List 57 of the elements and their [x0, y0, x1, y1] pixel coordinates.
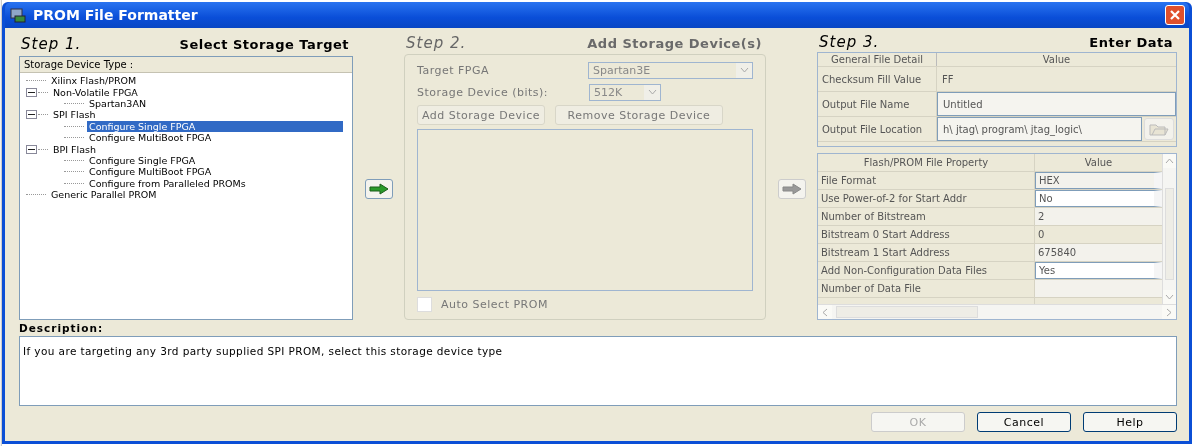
column-header: Flash/PROM File Property: [818, 154, 1035, 171]
step-title: Add Storage Device(s): [587, 35, 762, 51]
tree-item[interactable]: Spartan3AN: [87, 97, 148, 109]
column-header: Value: [1083, 156, 1114, 170]
close-icon: [1169, 9, 1181, 21]
input-field[interactable]: Untitled: [937, 92, 1176, 116]
step-number: Step 1.: [21, 35, 82, 53]
dialog-button[interactable]: Help: [1083, 412, 1177, 432]
tree-item[interactable]: Configure MultiBoot FPGA: [87, 132, 214, 144]
next-step-button[interactable]: [364, 179, 393, 199]
tree-header: Storage Device Type :: [20, 57, 352, 73]
table-cell: Bitstream 0 Start Address: [818, 226, 1035, 243]
dropdown[interactable]: HEX: [1035, 172, 1162, 189]
chevron-down-icon: [647, 89, 657, 95]
tree-item[interactable]: Xilinx Flash/PROM: [49, 75, 139, 87]
folder-icon: [1149, 122, 1169, 136]
tree-item[interactable]: Configure from Paralleled PROMs: [87, 177, 248, 189]
tree-item[interactable]: Configure Single FPGA: [87, 120, 343, 132]
close-button[interactable]: [1165, 5, 1185, 25]
table-cell: 675840: [1035, 244, 1162, 261]
input-field[interactable]: h\ jtag\ program\ jtag_logic\: [937, 117, 1142, 141]
chip-icon: [9, 7, 27, 23]
tree-item[interactable]: Non-Volatile FPGA: [51, 86, 140, 98]
step-number: Step 3.: [819, 33, 880, 51]
dropdown[interactable]: Yes: [1035, 262, 1162, 279]
table-cell-text: FF: [941, 72, 955, 87]
tree-item[interactable]: Generic Parallel PROM: [49, 189, 159, 201]
chevron-right-icon[interactable]: [1166, 307, 1172, 317]
table-cell-text: 0: [1037, 228, 1046, 242]
window-title: PROM File Formatter: [33, 7, 199, 23]
chevron-down-icon: [739, 67, 749, 73]
collapse-icon[interactable]: [26, 110, 37, 120]
tree-item[interactable]: BPI Flash: [51, 143, 98, 155]
collapse-icon[interactable]: [26, 144, 37, 154]
chevron-left-icon[interactable]: [822, 307, 828, 317]
column-header: General File Detail: [818, 53, 937, 66]
browse-button[interactable]: [1144, 118, 1174, 140]
tree-item[interactable]: Configure Single FPGA: [87, 154, 198, 166]
step-title: Select Storage Target: [179, 36, 349, 52]
step-number: Step 2.: [406, 34, 467, 52]
field-label: Storage Device (bits):: [417, 85, 550, 99]
dropdown[interactable]: No: [1035, 190, 1162, 207]
column-header: Value: [1041, 53, 1072, 66]
tree-item[interactable]: SPI Flash: [51, 109, 98, 121]
chevron-down-icon[interactable]: [1165, 294, 1174, 300]
field-label: Target FPGA: [417, 63, 491, 77]
scrollbar[interactable]: [1162, 154, 1176, 304]
chevron-up-icon[interactable]: [1165, 158, 1174, 164]
tree-item[interactable]: Configure MultiBoot FPGA: [87, 166, 214, 178]
dialog-button[interactable]: Cancel: [977, 412, 1071, 432]
description-text: If you are targeting any 3rd party supplied SPI PROM, select this storage device type: [23, 345, 503, 357]
section-label: Description:: [19, 321, 105, 336]
table-cell: 2: [1035, 208, 1162, 225]
step-title: Enter Data: [1089, 34, 1173, 50]
checkbox-label: Auto Select PROM: [441, 297, 548, 311]
collapse-icon[interactable]: [26, 87, 37, 97]
scrollbar[interactable]: [818, 304, 1176, 319]
